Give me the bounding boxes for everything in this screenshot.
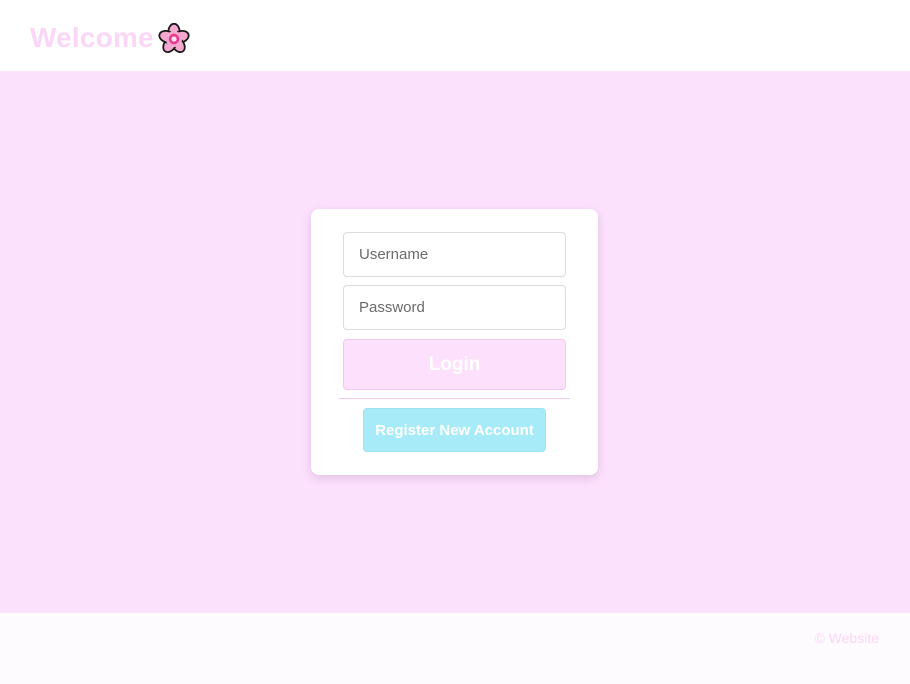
- copyright-text: © Website: [814, 630, 879, 646]
- cherry-blossom-icon: [158, 22, 190, 53]
- username-input[interactable]: [343, 232, 566, 277]
- main-area: Login Register New Account: [0, 71, 910, 613]
- register-button[interactable]: Register New Account: [363, 408, 546, 452]
- header: Welcome: [0, 0, 910, 71]
- login-button[interactable]: Login: [343, 339, 566, 390]
- divider: [339, 398, 570, 399]
- page-title: Welcome: [30, 22, 154, 53]
- brand: Welcome: [30, 18, 191, 58]
- footer: © Website: [0, 613, 910, 684]
- password-input[interactable]: [343, 285, 566, 330]
- login-card: Login Register New Account: [311, 209, 598, 475]
